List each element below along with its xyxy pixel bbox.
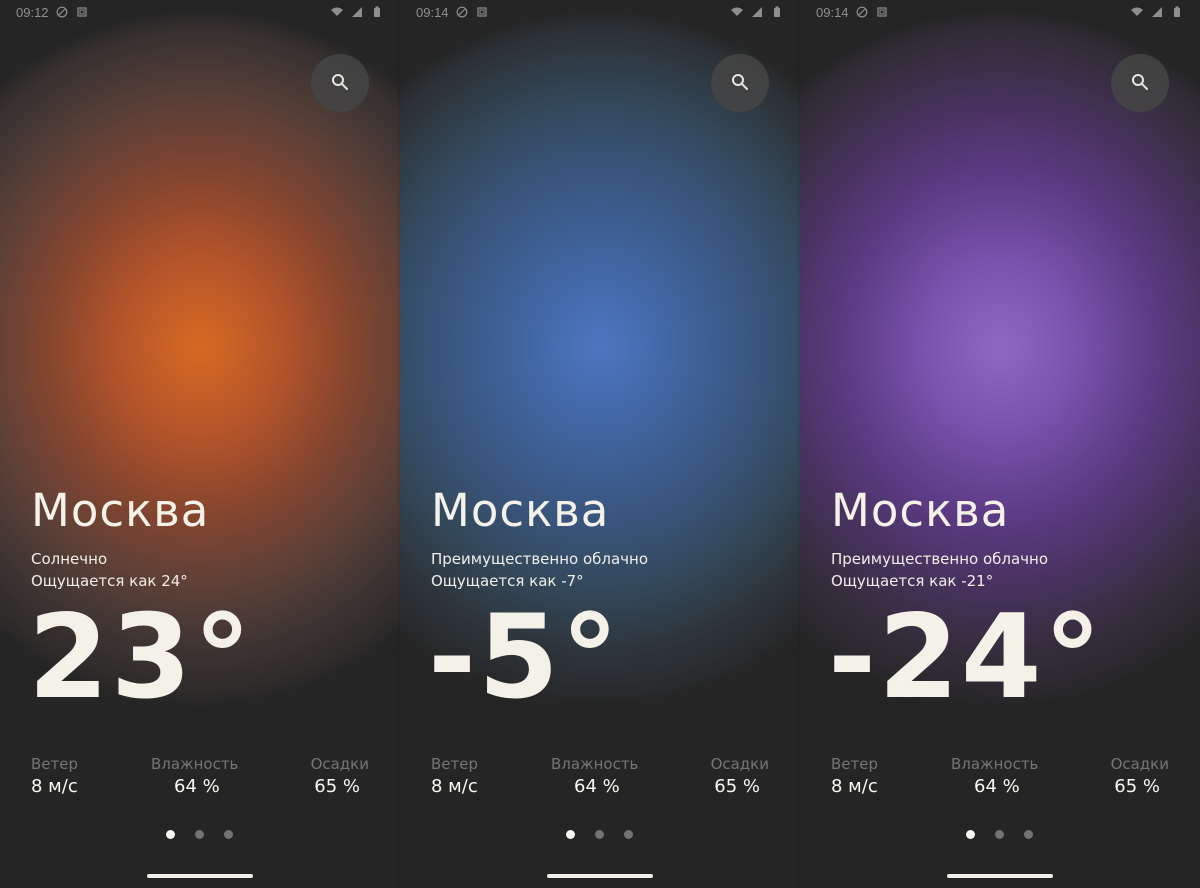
status-bar: 09:12: [0, 0, 400, 24]
screenshot-icon: [875, 5, 889, 19]
status-left-group: 09:12: [16, 5, 89, 20]
weather-content: Москва Преимущественно облачно Ощущается…: [400, 0, 800, 888]
wind-value: 8 м/с: [831, 776, 878, 797]
precipitation-label: Осадки: [310, 755, 369, 773]
wind-label: Ветер: [31, 755, 79, 773]
status-right-group: [330, 5, 384, 19]
current-temperature: -24°: [828, 590, 1104, 725]
page-dot-3[interactable]: [1024, 830, 1033, 839]
precipitation-label: Осадки: [710, 755, 769, 773]
city-name: Москва: [431, 484, 610, 537]
precipitation-value: 65 %: [714, 776, 760, 797]
gesture-navigation-handle[interactable]: [547, 874, 653, 878]
wifi-icon: [730, 5, 744, 19]
do-not-disturb-icon: [455, 5, 469, 19]
gesture-navigation-handle[interactable]: [947, 874, 1053, 878]
status-left-group: 09:14: [816, 5, 889, 20]
humidity-value: 64 %: [974, 776, 1020, 797]
humidity-label: Влажность: [151, 755, 239, 773]
search-icon: [1131, 73, 1149, 94]
status-time: 09:14: [816, 4, 849, 20]
humidity-value: 64 %: [174, 776, 220, 797]
precipitation-value: 65 %: [1114, 776, 1160, 797]
page-indicator[interactable]: [566, 830, 633, 839]
wind-value: 8 м/с: [431, 776, 478, 797]
weather-condition: Преимущественно облачно: [831, 550, 1048, 568]
search-button[interactable]: [1111, 54, 1169, 112]
feels-like-temperature: Ощущается как -7°: [431, 572, 584, 590]
page-indicator[interactable]: [166, 830, 233, 839]
weather-screen-cloudy-very-cold: 09:14 Москва Преимущественно облачно Ощу…: [800, 0, 1200, 888]
city-name: Москва: [831, 484, 1010, 537]
screen-divider: [398, 0, 400, 888]
status-right-group: [730, 5, 784, 19]
weather-screens-row: 09:12 Москва Солнечно Ощущается как 24° …: [0, 0, 1200, 888]
page-dot-2[interactable]: [195, 830, 204, 839]
weather-screen-cloudy-cold: 09:14 Москва Преимущественно облачно Ощу…: [400, 0, 800, 888]
weather-content: Москва Преимущественно облачно Ощущается…: [800, 0, 1200, 888]
signal-icon: [350, 5, 364, 19]
search-icon: [731, 73, 749, 94]
wifi-icon: [330, 5, 344, 19]
page-dot-1[interactable]: [166, 830, 175, 839]
screen-divider: [798, 0, 800, 888]
humidity-label: Влажность: [951, 755, 1039, 773]
status-bar: 09:14: [400, 0, 800, 24]
page-indicator[interactable]: [966, 830, 1033, 839]
current-temperature: -5°: [428, 590, 621, 725]
humidity-value: 64 %: [574, 776, 620, 797]
wind-label: Ветер: [431, 755, 479, 773]
status-time: 09:12: [16, 4, 49, 20]
battery-icon: [770, 5, 784, 19]
page-dot-1[interactable]: [566, 830, 575, 839]
battery-icon: [1170, 5, 1184, 19]
weather-condition: Солнечно: [31, 550, 108, 568]
page-dot-2[interactable]: [995, 830, 1004, 839]
screenshot-icon: [75, 5, 89, 19]
status-time: 09:14: [416, 4, 449, 20]
current-temperature: 23°: [28, 590, 254, 725]
wind-value: 8 м/с: [31, 776, 78, 797]
do-not-disturb-icon: [55, 5, 69, 19]
wind-label: Ветер: [831, 755, 879, 773]
page-dot-3[interactable]: [224, 830, 233, 839]
signal-icon: [750, 5, 764, 19]
search-icon: [331, 73, 349, 94]
page-dot-2[interactable]: [595, 830, 604, 839]
weather-screen-sunny: 09:12 Москва Солнечно Ощущается как 24° …: [0, 0, 400, 888]
search-button[interactable]: [311, 54, 369, 112]
gesture-navigation-handle[interactable]: [147, 874, 253, 878]
precipitation-value: 65 %: [314, 776, 360, 797]
feels-like-temperature: Ощущается как 24°: [31, 572, 188, 590]
city-name: Москва: [31, 484, 210, 537]
feels-like-temperature: Ощущается как -21°: [831, 572, 994, 590]
status-right-group: [1130, 5, 1184, 19]
battery-icon: [370, 5, 384, 19]
humidity-label: Влажность: [551, 755, 639, 773]
precipitation-label: Осадки: [1110, 755, 1169, 773]
screenshot-icon: [475, 5, 489, 19]
weather-condition: Преимущественно облачно: [431, 550, 648, 568]
wifi-icon: [1130, 5, 1144, 19]
status-bar: 09:14: [800, 0, 1200, 24]
page-dot-3[interactable]: [624, 830, 633, 839]
page-dot-1[interactable]: [966, 830, 975, 839]
search-button[interactable]: [711, 54, 769, 112]
status-left-group: 09:14: [416, 5, 489, 20]
signal-icon: [1150, 5, 1164, 19]
weather-content: Москва Солнечно Ощущается как 24° 23° Ве…: [0, 0, 400, 888]
do-not-disturb-icon: [855, 5, 869, 19]
